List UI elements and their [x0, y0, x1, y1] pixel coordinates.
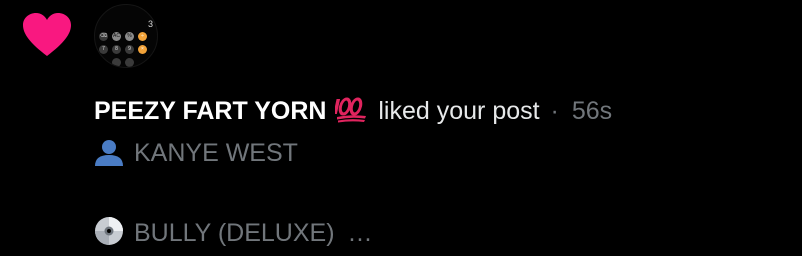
post-text-line: KANYE WEST: [134, 139, 298, 167]
calc-key: [125, 58, 134, 67]
calc-key: 9: [125, 45, 134, 54]
calc-key: 7: [99, 45, 108, 54]
heart-icon: [23, 13, 71, 56]
separator-dot: ·: [550, 97, 559, 125]
calc-key: ×: [138, 45, 147, 54]
calc-key: ÷: [138, 32, 147, 41]
calc-key: 8: [112, 45, 121, 54]
avatar[interactable]: 3 ⌫ AC % ÷ 7 8 9 ×: [94, 4, 158, 68]
calc-key: ⌫: [99, 32, 108, 41]
truncation-ellipsis: ...: [348, 219, 373, 247]
notification-text: PEEZY FART YORN liked your post · 56s: [94, 94, 612, 128]
post-preview-line[interactable]: KANYE WEST: [94, 136, 298, 170]
timestamp[interactable]: 56s: [572, 97, 612, 125]
bust-silhouette-icon: [95, 140, 123, 166]
hundred-points-icon: [335, 97, 367, 123]
calculator-display: 3: [148, 19, 154, 29]
calc-key: %: [125, 32, 134, 41]
optical-disc-icon: [95, 217, 123, 245]
post-preview-line[interactable]: BULLY (DELUXE)...: [94, 216, 372, 250]
user-name-link[interactable]: PEEZY FART YORN: [94, 97, 326, 125]
post-text-line: BULLY (DELUXE): [134, 219, 335, 247]
notification-action: liked your post: [378, 97, 540, 125]
calc-key: AC: [112, 32, 121, 41]
calc-key: [112, 58, 121, 67]
